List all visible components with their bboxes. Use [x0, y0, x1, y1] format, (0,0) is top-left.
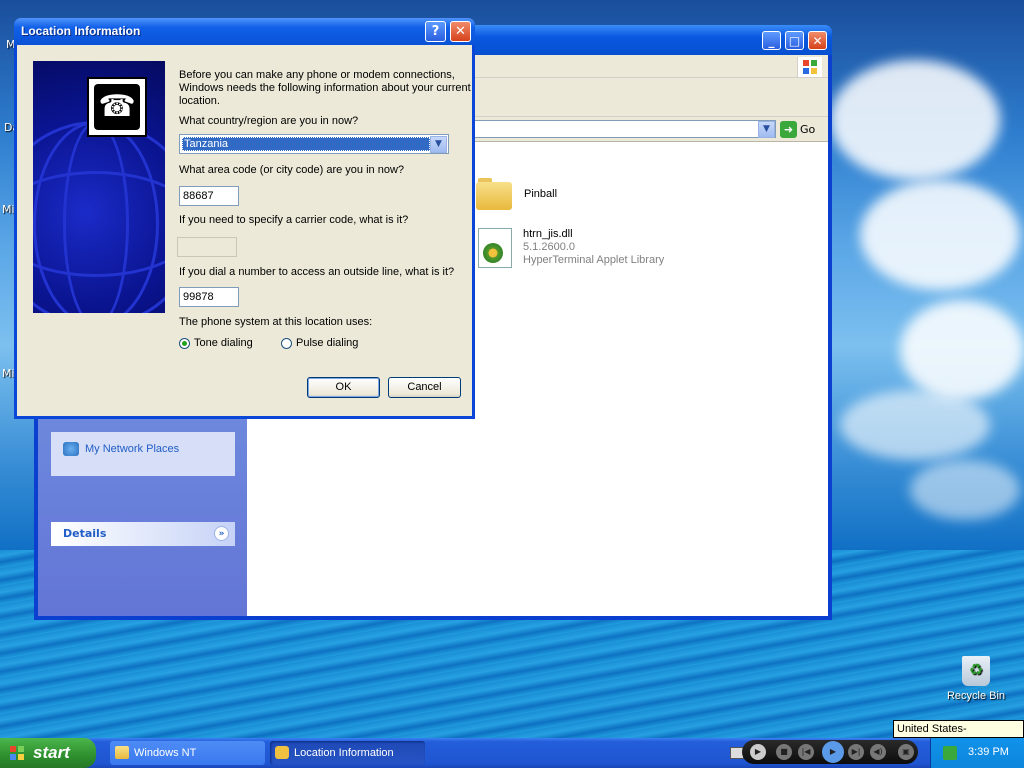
restore-icon[interactable]: ▣ — [898, 744, 914, 760]
chevron-down-icon[interactable]: » — [214, 526, 229, 541]
maximize-button[interactable]: □ — [785, 31, 804, 50]
file-version: 5.1.2600.0 — [523, 241, 575, 253]
pulse-dialing-label: Pulse dialing — [296, 337, 359, 349]
play-pause-icon[interactable]: ▶ — [822, 741, 844, 763]
telephone-icon: ☎ — [87, 77, 147, 137]
play-icon[interactable]: ▶ — [750, 744, 766, 760]
minimize-button[interactable]: _ — [762, 31, 781, 50]
list-item-pinball[interactable]: Pinball — [476, 178, 557, 210]
dialog-title: Location Information — [21, 24, 141, 38]
outside-line-input[interactable]: 99878 — [179, 287, 239, 307]
location-information-dialog[interactable]: Location Information ? ✕ ☎ Before you ca… — [14, 18, 475, 419]
ok-button[interactable]: OK — [307, 377, 380, 398]
country-select[interactable]: Tanzania ▼ — [179, 134, 449, 154]
go-button[interactable]: ➜ Go — [780, 120, 815, 138]
windows-logo-icon — [797, 57, 822, 77]
language-tooltip: United States-International — [893, 720, 1024, 751]
dialog-client-area: ☎ Before you can make any phone or modem… — [17, 45, 472, 416]
dll-icon — [478, 228, 512, 268]
other-places-box: My Network Places — [51, 432, 235, 476]
list-item-htrn-jis-dll[interactable]: htrn_jis.dll 5.1.2600.0 HyperTerminal Ap… — [478, 228, 664, 268]
start-button[interactable]: start — [0, 738, 96, 768]
go-label: Go — [800, 122, 816, 136]
intro-line-1: Before you can make any phone or modem c… — [179, 69, 455, 81]
taskbar-button-label: Location Information — [294, 747, 394, 759]
help-button[interactable]: ? — [425, 21, 446, 42]
area-code-label: What area code (or city code) are you in… — [179, 164, 405, 176]
dialog-titlebar[interactable]: Location Information ? ✕ — [14, 18, 475, 45]
start-label: start — [33, 743, 70, 762]
country-label: What country/region are you in now? — [179, 115, 359, 127]
previous-icon[interactable]: |◀ — [798, 744, 814, 760]
intro-line-3: location. — [179, 95, 220, 107]
file-name: htrn_jis.dll — [523, 228, 573, 240]
taskbar-button-location-information[interactable]: Location Information — [270, 741, 425, 765]
phone-icon — [275, 746, 289, 759]
file-description: HyperTerminal Applet Library — [523, 254, 665, 266]
folder-icon — [476, 178, 512, 210]
tone-dialing-label: Tone dialing — [194, 337, 253, 349]
radio-unselected-icon — [281, 337, 292, 349]
address-dropdown-button[interactable]: ▼ — [758, 121, 775, 138]
file-name: Pinball — [524, 188, 558, 200]
tone-dialing-radio[interactable]: Tone dialing — [179, 337, 253, 349]
chevron-down-icon[interactable]: ▼ — [430, 136, 447, 153]
carrier-code-input[interactable] — [177, 237, 237, 257]
radio-selected-icon — [179, 337, 190, 349]
close-button[interactable]: ✕ — [450, 21, 471, 42]
close-button[interactable]: ✕ — [808, 31, 827, 50]
recycle-bin[interactable]: ♻ Recycle Bin — [946, 656, 1006, 702]
area-code-input[interactable]: 88687 — [179, 186, 239, 206]
phone-system-label: The phone system at this location uses: — [179, 316, 373, 328]
country-selected-value: Tanzania — [182, 137, 430, 151]
clock[interactable]: 3:39 PM — [968, 746, 1009, 758]
taskbar-button-windows-nt[interactable]: Windows NT — [110, 741, 265, 765]
globe-phone-illustration: ☎ — [33, 61, 165, 313]
windows-flag-icon — [10, 746, 24, 760]
stop-icon[interactable]: ■ — [776, 744, 792, 760]
system-tray: 3:39 PM — [930, 738, 1024, 768]
media-player-toolbar[interactable]: ▶ ■ |◀ ▶ ▶| ◀) ▣ — [742, 740, 918, 764]
details-label: Details — [63, 527, 107, 540]
next-icon[interactable]: ▶| — [848, 744, 864, 760]
recycle-bin-label: Recycle Bin — [946, 690, 1006, 702]
details-panel-header[interactable]: Details » — [51, 522, 235, 546]
intro-line-2: Windows needs the following information … — [179, 82, 471, 94]
recycle-bin-icon: ♻ — [962, 656, 990, 686]
folder-icon — [115, 746, 129, 759]
outside-line-label: If you dial a number to access an outsid… — [179, 266, 455, 278]
taskbar-button-label: Windows NT — [134, 747, 197, 759]
taskbar: start Windows NT Location Information ▶ … — [0, 738, 1024, 768]
my-network-places-link[interactable]: My Network Places — [63, 442, 179, 456]
my-network-places-label: My Network Places — [85, 443, 180, 455]
go-arrow-icon: ➜ — [780, 120, 797, 138]
cancel-button[interactable]: Cancel — [388, 377, 461, 398]
volume-icon[interactable]: ◀) — [870, 744, 886, 760]
network-places-icon — [63, 442, 79, 456]
network-status-icon[interactable] — [943, 746, 957, 760]
pulse-dialing-radio[interactable]: Pulse dialing — [281, 337, 358, 349]
carrier-code-label: If you need to specify a carrier code, w… — [179, 214, 409, 226]
